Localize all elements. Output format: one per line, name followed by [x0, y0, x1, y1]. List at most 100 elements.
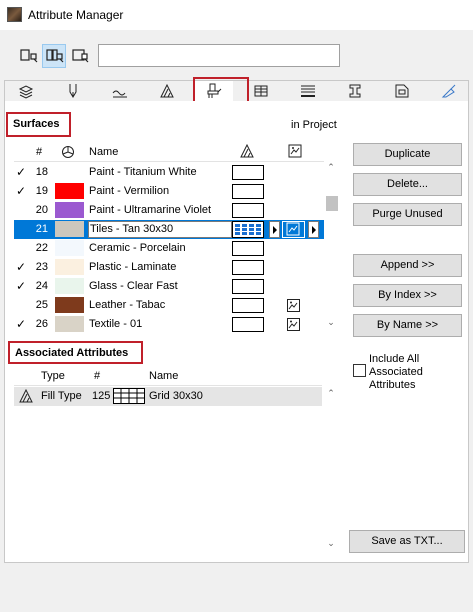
- color-swatch[interactable]: [55, 259, 84, 275]
- check-icon: ✓: [16, 317, 27, 331]
- dialog-footer: [0, 563, 473, 612]
- check-icon: ✓: [16, 165, 27, 179]
- surfaces-label: Surfaces: [6, 112, 71, 137]
- name-edit-field[interactable]: Tiles - Tan 30x30: [88, 221, 232, 238]
- composite-icon: [301, 85, 315, 97]
- line-type-icon: [112, 90, 127, 98]
- assoc-type: Fill Type: [41, 390, 82, 402]
- assoc-header-name[interactable]: Name: [149, 370, 178, 382]
- color-swatch[interactable]: [55, 240, 84, 256]
- surface-icon: [207, 83, 222, 98]
- row-number: 21: [35, 223, 48, 235]
- color-swatch[interactable]: [55, 221, 84, 237]
- color-swatch[interactable]: [55, 164, 84, 180]
- color-swatch[interactable]: [55, 183, 84, 199]
- append-button[interactable]: Append >>: [353, 254, 462, 277]
- assoc-scroll-down-icon[interactable]: ⌄: [324, 538, 338, 550]
- purge-unused-button[interactable]: Purge Unused: [353, 203, 462, 226]
- scroll-thumb[interactable]: [326, 196, 338, 211]
- color-swatch[interactable]: [55, 202, 84, 218]
- fill-pattern-swatch[interactable]: [232, 203, 264, 218]
- check-icon: ✓: [16, 279, 27, 293]
- table-row[interactable]: ✓ 26 Textile - 01: [14, 315, 324, 334]
- search-input[interactable]: [98, 44, 340, 67]
- associated-list: Type # Name Fill Type 125 Grid 30x30 ⌃ ⌄: [14, 366, 338, 552]
- list-view-button[interactable]: [16, 44, 40, 68]
- assoc-scroll-up-icon[interactable]: ⌃: [324, 388, 338, 400]
- delete-button[interactable]: Delete...: [353, 173, 462, 196]
- table-row[interactable]: 22 Ceramic - Porcelain: [14, 239, 324, 258]
- row-number: 26: [35, 318, 48, 330]
- table-row[interactable]: ✓ 23 Plastic - Laminate: [14, 258, 324, 277]
- pen-icon: [69, 84, 77, 98]
- detail-view-button[interactable]: [68, 44, 92, 68]
- tab-composites[interactable]: [289, 81, 327, 101]
- fill-pattern-swatch[interactable]: [232, 317, 264, 332]
- texture-dropdown-arrow-icon[interactable]: [308, 221, 319, 238]
- tab-line-types[interactable]: [101, 81, 139, 101]
- table-row[interactable]: ✓ 19 Paint - Vermilion: [14, 182, 324, 201]
- by-name-button[interactable]: By Name >>: [353, 314, 462, 337]
- fill-pattern-swatch[interactable]: [232, 260, 264, 275]
- header-name[interactable]: Name: [89, 146, 118, 158]
- fill-pattern-selector[interactable]: [232, 221, 264, 238]
- row-name: Plastic - Laminate: [89, 261, 177, 273]
- row-number: 20: [35, 204, 48, 216]
- color-swatch[interactable]: [55, 297, 84, 313]
- fill-pattern-swatch[interactable]: [232, 165, 264, 180]
- surfaces-scrollbar[interactable]: ⌃ ⌄: [324, 162, 338, 331]
- fill-column-icon[interactable]: [240, 143, 256, 161]
- color-swatch[interactable]: [55, 316, 84, 332]
- tab-surfaces[interactable]: [195, 81, 233, 103]
- table-row[interactable]: 21 Tiles - Tan 30x30: [14, 220, 324, 239]
- include-all-box[interactable]: [353, 364, 366, 377]
- tab-mep[interactable]: [430, 81, 468, 101]
- associated-scrollbar[interactable]: ⌃ ⌄: [324, 366, 338, 552]
- duplicate-button[interactable]: Duplicate: [353, 143, 462, 166]
- fill-pattern-swatch[interactable]: [232, 298, 264, 313]
- app-icon: [7, 7, 22, 22]
- split-view-button[interactable]: [42, 44, 66, 68]
- save-as-txt-button[interactable]: Save as TXT...: [349, 530, 465, 553]
- assoc-header-type[interactable]: Type: [41, 370, 65, 382]
- fill-dropdown-arrow-icon[interactable]: [269, 221, 280, 238]
- table-row[interactable]: ✓ 24 Glass - Clear Fast: [14, 277, 324, 296]
- row-name: Ceramic - Porcelain: [89, 242, 186, 254]
- detail-view-icon: [72, 49, 89, 63]
- scroll-down-icon[interactable]: ⌄: [324, 317, 338, 329]
- tab-layers[interactable]: [7, 81, 45, 101]
- color-swatch[interactable]: [55, 278, 84, 294]
- row-name: Paint - Vermilion: [89, 185, 170, 197]
- color-column-icon[interactable]: [61, 145, 75, 162]
- by-index-button[interactable]: By Index >>: [353, 284, 462, 307]
- split-view-icon: [46, 49, 64, 63]
- header-num[interactable]: #: [36, 146, 42, 158]
- assoc-num: 125: [92, 390, 111, 402]
- texture-column-icon[interactable]: [288, 144, 302, 161]
- list-header: # Name: [14, 143, 324, 162]
- tab-building-materials[interactable]: [242, 81, 280, 101]
- fill-pattern-swatch[interactable]: [232, 241, 264, 256]
- tab-zone-categories[interactable]: [383, 81, 421, 101]
- scope-label: in Project: [291, 119, 337, 131]
- building-material-icon: [254, 85, 268, 97]
- fill-pattern-swatch[interactable]: [232, 279, 264, 294]
- tab-pens[interactable]: [54, 81, 92, 101]
- surfaces-list: # Name ✓ 18 Paint - Titanium White ✓ 19 Paint…: [14, 143, 338, 334]
- associated-row[interactable]: Fill Type 125 Grid 30x30: [14, 387, 322, 406]
- texture-selector[interactable]: [282, 221, 305, 238]
- check-icon: ✓: [16, 184, 27, 198]
- assoc-header-num[interactable]: #: [94, 370, 100, 382]
- row-number: 24: [35, 280, 48, 292]
- table-row[interactable]: 25 Leather - Tabac: [14, 296, 324, 315]
- window-title: Attribute Manager: [28, 8, 124, 22]
- check-icon: ✓: [16, 260, 27, 274]
- toolbar: [0, 44, 473, 70]
- table-row[interactable]: 20 Paint - Ultramarine Violet: [14, 201, 324, 220]
- fill-pattern-swatch[interactable]: [232, 184, 264, 199]
- row-name: Glass - Clear Fast: [89, 280, 178, 292]
- tab-profiles[interactable]: [336, 81, 374, 101]
- table-row[interactable]: ✓ 18 Paint - Titanium White: [14, 163, 324, 182]
- tab-fill-types[interactable]: [148, 81, 186, 101]
- scroll-up-icon[interactable]: ⌃: [324, 162, 338, 174]
